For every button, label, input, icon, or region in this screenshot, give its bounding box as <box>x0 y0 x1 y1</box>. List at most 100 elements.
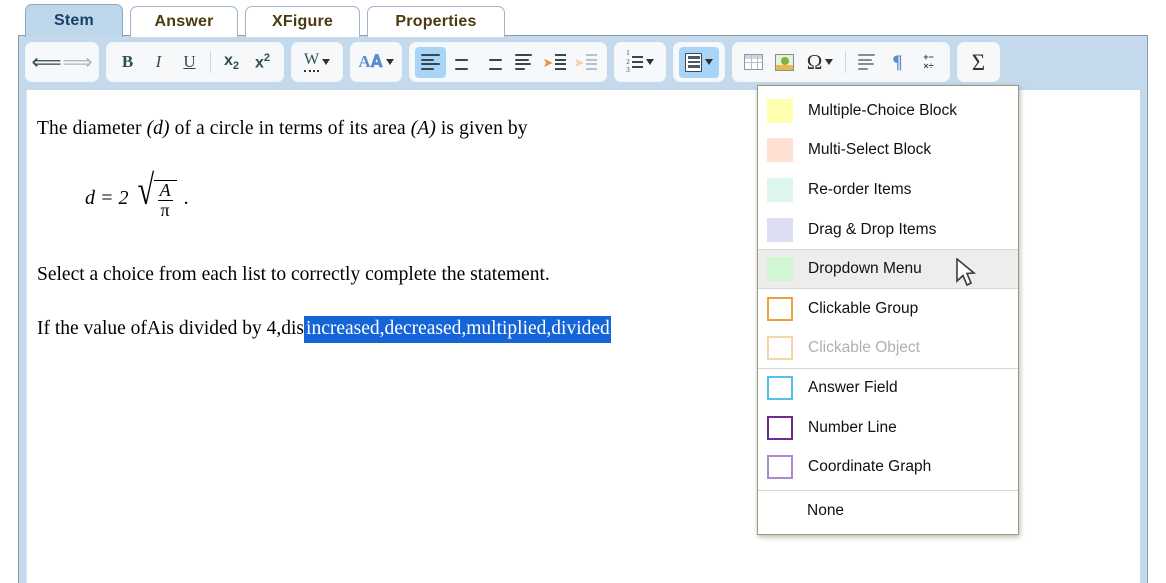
insert-block-dropdown-menu[interactable]: Multiple-Choice Block Multi-Select Block… <box>757 85 1019 535</box>
paragraph-style-button[interactable] <box>851 47 882 78</box>
math-operators-icon: +−×÷ <box>923 53 934 71</box>
toolbar-divider <box>845 51 846 73</box>
menu-item-multiple-choice-block[interactable]: Multiple-Choice Block <box>758 91 1018 131</box>
menu-item-label: Multi-Select Block <box>808 141 931 159</box>
variable-A: (A) <box>411 118 436 139</box>
chevron-down-icon <box>705 59 713 65</box>
underline-button[interactable]: U <box>174 47 205 78</box>
font-color-button[interactable]: A𝐀 <box>356 47 396 78</box>
align-left-icon <box>421 54 440 70</box>
chevron-down-icon <box>646 59 654 65</box>
align-justify-icon <box>515 54 532 70</box>
menu-item-dropdown-menu[interactable]: Dropdown Menu <box>758 249 1018 289</box>
underline-icon: U <box>183 52 195 72</box>
toolbar-group-font-color: A𝐀 <box>351 43 401 81</box>
undo-button[interactable]: ⟸ <box>31 47 62 78</box>
align-left-button[interactable] <box>415 47 446 78</box>
selected-dropdown-options[interactable]: increased,decreased,multiplied,divided <box>304 316 611 343</box>
tab-stem[interactable]: Stem <box>25 4 123 37</box>
fraction-denominator: π <box>158 200 173 220</box>
undo-icon: ⟸ <box>31 52 61 73</box>
insert-block-button[interactable] <box>679 47 719 78</box>
redo-icon: ⟹ <box>62 52 92 73</box>
tab-answer[interactable]: Answer <box>130 6 238 37</box>
superscript-icon: x2 <box>255 52 270 72</box>
tab-properties[interactable]: Properties <box>367 6 505 37</box>
toolbar-group-lists: 123 <box>615 43 665 81</box>
radical-hook-icon: √ <box>137 176 154 221</box>
swatch-drag-drop <box>767 218 793 242</box>
table-icon <box>744 54 763 70</box>
insert-equation-button[interactable]: Σ <box>963 47 994 78</box>
indent-decrease-button[interactable]: ➤ <box>570 47 601 78</box>
superscript-button[interactable]: x2 <box>247 47 278 78</box>
menu-item-none[interactable]: None <box>758 490 1018 530</box>
chevron-down-icon <box>322 59 330 65</box>
math-operators-button[interactable]: +−×÷ <box>913 47 944 78</box>
insert-table-button[interactable] <box>738 47 769 78</box>
tab-xfigure-label: XFigure <box>272 13 333 31</box>
editor-toolbar: ⟸ ⟹ B I U x2 x2 W <box>24 40 1142 84</box>
insert-block-icon <box>685 53 702 72</box>
image-icon <box>775 54 794 71</box>
variable-A: A <box>147 318 161 340</box>
menu-item-label: None <box>807 502 844 520</box>
align-center-icon <box>452 54 471 70</box>
special-character-button[interactable]: Ω <box>800 47 840 78</box>
menu-item-label: Coordinate Graph <box>808 458 931 476</box>
toolbar-group-equation: Σ <box>958 43 999 81</box>
toolbar-group-insert-objects: Ω ¶ +−×÷ <box>733 43 949 81</box>
menu-item-drag-drop-items[interactable]: Drag & Drop Items <box>758 210 1018 250</box>
swatch-coordinate-graph <box>767 455 793 479</box>
variable-d: (d) <box>147 118 170 139</box>
word-style-icon: W <box>304 52 319 72</box>
bold-button[interactable]: B <box>112 47 143 78</box>
menu-item-coordinate-graph[interactable]: Coordinate Graph <box>758 447 1018 487</box>
swatch-number-line <box>767 416 793 440</box>
insert-image-button[interactable] <box>769 47 800 78</box>
redo-button[interactable]: ⟹ <box>62 47 93 78</box>
formula-lhs: d = 2 <box>85 187 129 210</box>
align-right-button[interactable] <box>477 47 508 78</box>
toolbar-group-word-style: W <box>292 43 342 81</box>
toolbar-divider <box>210 51 211 73</box>
chevron-down-icon <box>825 59 833 65</box>
menu-item-label: Multiple-Choice Block <box>808 102 957 120</box>
menu-item-label: Clickable Group <box>808 300 918 318</box>
subscript-icon: x2 <box>224 52 239 72</box>
align-center-button[interactable] <box>446 47 477 78</box>
subscript-button[interactable]: x2 <box>216 47 247 78</box>
indent-increase-button[interactable]: ➤ <box>539 47 570 78</box>
numbered-list-icon: 123 <box>626 49 643 75</box>
menu-item-answer-field[interactable]: Answer Field <box>758 368 1018 408</box>
swatch-multiple-choice <box>767 99 793 123</box>
formula-period: . <box>184 187 189 210</box>
tab-answer-label: Answer <box>155 13 214 31</box>
menu-item-label: Dropdown Menu <box>808 260 922 278</box>
numbered-list-button[interactable]: 123 <box>620 47 660 78</box>
indent-increase-icon: ➤ <box>543 54 567 70</box>
tab-xfigure[interactable]: XFigure <box>245 6 360 37</box>
paragraph-1-mid: of a circle in terms of its area <box>170 118 411 139</box>
paragraph-style-icon <box>858 54 875 70</box>
menu-item-clickable-group[interactable]: Clickable Group <box>758 289 1018 329</box>
menu-item-label: Number Line <box>808 419 897 437</box>
paragraph-3-pre: If the value of <box>37 318 147 340</box>
menu-item-multi-select-block[interactable]: Multi-Select Block <box>758 131 1018 171</box>
menu-item-re-order-items[interactable]: Re-order Items <box>758 170 1018 210</box>
tab-properties-label: Properties <box>395 13 476 31</box>
square-root-symbol: √ A π <box>131 176 177 221</box>
fraction-numerator: A <box>158 181 173 200</box>
align-justify-button[interactable] <box>508 47 539 78</box>
swatch-dropdown-menu <box>767 257 793 281</box>
menu-item-number-line[interactable]: Number Line <box>758 408 1018 448</box>
show-marks-button[interactable]: ¶ <box>882 47 913 78</box>
fraction-A-over-pi: A π <box>154 180 177 221</box>
menu-item-label: Drag & Drop Items <box>808 221 936 239</box>
menu-item-label: Re-order Items <box>808 181 911 199</box>
swatch-answer-field <box>767 376 793 400</box>
word-style-button[interactable]: W <box>297 47 337 78</box>
italic-button[interactable]: I <box>143 47 174 78</box>
swatch-multi-select <box>767 138 793 162</box>
font-color-icon: A𝐀 <box>358 52 382 72</box>
